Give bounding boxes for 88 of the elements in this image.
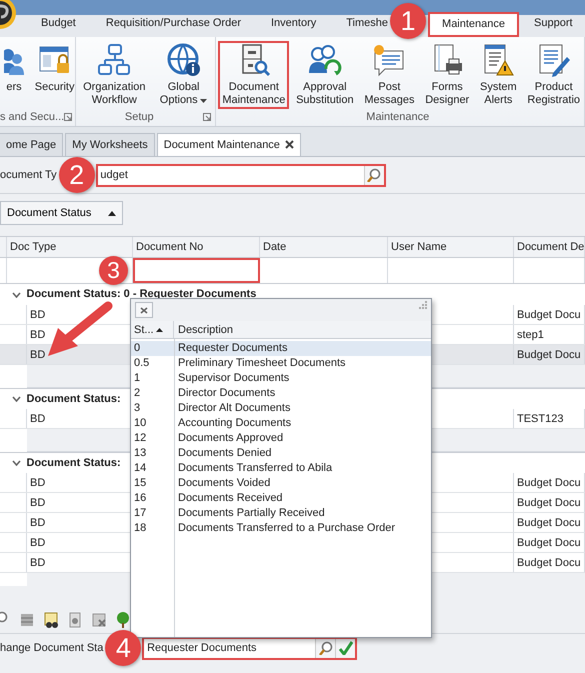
globe-icon (166, 43, 201, 77)
table-cell: Budget Docu (514, 553, 585, 572)
group-header: Document Status: 0 - Requester Documents (26, 287, 256, 302)
document-tab[interactable]: ome Page (0, 132, 64, 156)
search-button[interactable] (315, 638, 336, 658)
field-label: hange Document Sta (0, 640, 104, 656)
list-row[interactable]: 14 Documents Transferred to Abila (131, 461, 431, 476)
group-label: Maintenance (365, 110, 430, 125)
list-row[interactable]: 2 Director Documents (131, 386, 431, 401)
list-row[interactable]: 1 Supervisor Documents (131, 371, 431, 386)
table-cell: Budget Docu (514, 533, 585, 552)
sort-ascending-icon (108, 210, 116, 216)
ribbon-button[interactable]: Organization Workflow (79, 41, 150, 109)
ribbon-button[interactable]: Approval Substitution (292, 41, 358, 109)
filter-cell[interactable] (133, 258, 260, 283)
column-header[interactable]: Document De (514, 237, 585, 257)
chevron-icon[interactable] (12, 292, 21, 298)
tree-icon[interactable] (114, 611, 132, 629)
table-cell: TEST123 (514, 409, 585, 428)
group-header: Document Status: (26, 392, 121, 407)
ribbon-button[interactable]: Security (30, 41, 78, 96)
status-field[interactable]: Requester Documents (142, 636, 358, 660)
column-header[interactable]: User Name (388, 237, 514, 257)
ribbon-button[interactable]: Global Options (156, 41, 212, 109)
list-row[interactable]: 15 Documents Voided (131, 476, 431, 491)
ribbon-button[interactable]: Document Maintenance (218, 41, 290, 109)
group-label: Setup (124, 110, 155, 125)
ribbon-button[interactable]: Forms Designer (421, 41, 474, 109)
table-cell: step1 (514, 325, 585, 344)
ribbon-tab[interactable]: Requisition/Purchase Order (90, 10, 256, 37)
list-row[interactable]: 12 Documents Approved (131, 431, 431, 446)
ribbon-tab[interactable]: Budget (26, 10, 91, 37)
group-header: Document Status: (26, 456, 121, 471)
resize-grip-icon[interactable] (418, 301, 428, 311)
column-header[interactable]: Date (260, 237, 388, 257)
check-icon (338, 641, 353, 655)
org-chart-icon (97, 43, 132, 77)
column-header[interactable]: Document No (133, 237, 260, 257)
column-header[interactable]: Description (174, 321, 234, 338)
table-cell: Budget Docu (514, 493, 585, 512)
close-icon[interactable] (285, 140, 294, 150)
ribbon-button[interactable]: ers (0, 41, 28, 96)
speech-bubble-icon (372, 43, 406, 77)
search-button[interactable] (364, 166, 384, 184)
callout-badge: 3 (99, 256, 128, 285)
ribbon-button[interactable]: Product Registratio (523, 41, 584, 109)
people-arrow-icon (308, 43, 342, 77)
ribbon-tab[interactable]: Support (519, 10, 585, 37)
document-pen-icon (536, 43, 571, 77)
ribbon-tab[interactable]: Timeshe (331, 10, 390, 37)
delete-icon[interactable] (90, 611, 108, 629)
group-label: s and Secu... (0, 110, 64, 125)
chevron-icon[interactable] (12, 396, 21, 402)
table-cell: Budget Docu (514, 305, 585, 324)
ribbon-tab[interactable]: Maintenance (428, 12, 520, 37)
list-row[interactable]: 18 Documents Transferred to a Purchase Order (131, 521, 431, 536)
cabinet-icon[interactable] (18, 611, 36, 629)
ribbon-button[interactable]: Post Messages (360, 41, 418, 109)
document-tab[interactable]: Document Maintenance (156, 132, 302, 156)
table-cell: Budget Docu (514, 513, 585, 532)
ribbon-tab[interactable]: Inventory (256, 10, 332, 37)
list-row[interactable]: 16 Documents Received (131, 491, 431, 506)
list-row[interactable]: 3 Director Alt Documents (131, 401, 431, 416)
launcher-icon[interactable] (202, 113, 211, 121)
group-by-button[interactable]: Document Status (0, 201, 123, 225)
list-row[interactable]: 13 Documents Denied (131, 446, 431, 461)
confirm-button[interactable] (335, 638, 356, 658)
field-label: ocument Ty (0, 168, 57, 183)
sort-ascending-icon (156, 328, 164, 332)
document-tab[interactable]: My Worksheets (65, 132, 155, 156)
document-type-field[interactable]: udget (96, 164, 386, 186)
search-icon (367, 168, 382, 182)
callout-badge: 4 (105, 630, 142, 666)
table-cell: Budget Docu (514, 473, 585, 492)
list-row[interactable]: 10 Accounting Documents (131, 416, 431, 431)
chevron-icon[interactable] (12, 460, 21, 466)
launcher-icon[interactable] (64, 113, 72, 121)
ribbon-button[interactable]: System Alerts (476, 41, 521, 109)
list-row[interactable]: 0 Requester Documents (131, 341, 431, 356)
search-icon (318, 641, 333, 655)
list-row[interactable]: 0.5 Preliminary Timesheet Documents (131, 356, 431, 371)
close-button[interactable] (135, 302, 153, 318)
notepad-icon[interactable] (42, 611, 60, 629)
table-cell: Budget Docu (514, 345, 585, 364)
list-row[interactable]: 17 Documents Partially Received (131, 506, 431, 521)
column-header[interactable]: St... (131, 321, 174, 338)
close-icon (140, 306, 148, 314)
callout-badge: 2 (58, 157, 95, 193)
